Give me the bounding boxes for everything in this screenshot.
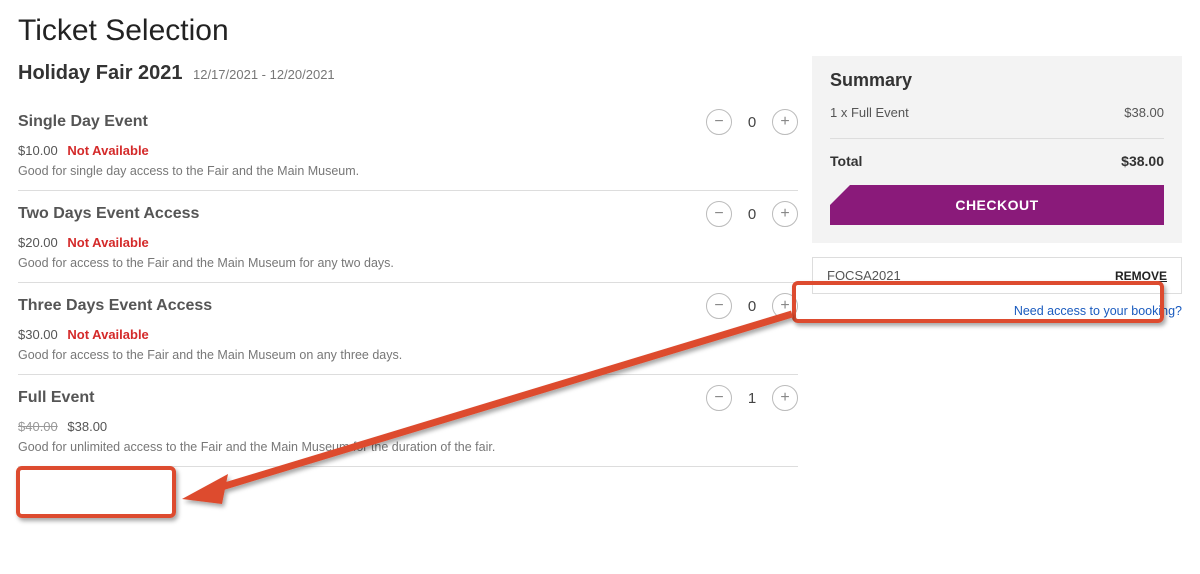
quantity-stepper: − 0 + [706, 201, 798, 227]
ticket-desc: Good for access to the Fair and the Main… [18, 348, 798, 362]
event-dates: 12/17/2021 - 12/20/2021 [193, 67, 335, 82]
annotation-box-price [16, 466, 176, 518]
not-available-badge: Not Available [67, 143, 148, 158]
summary-item-amount: $38.00 [1124, 105, 1164, 120]
not-available-badge: Not Available [67, 235, 148, 250]
ticket-list: Holiday Fair 2021 12/17/2021 - 12/20/202… [18, 56, 812, 467]
summary-total-label: Total [830, 153, 862, 169]
ticket-desc: Good for unlimited access to the Fair an… [18, 440, 798, 454]
ticket-row: Two Days Event Access − 0 + $20.00 Not A… [18, 191, 798, 283]
page-title: Ticket Selection [18, 14, 1200, 48]
ticket-row: Full Event − 1 + $40.00 $38.00 Good for … [18, 375, 798, 467]
qty-plus-button[interactable]: + [772, 385, 798, 411]
summary-total: Total $38.00 [830, 149, 1164, 181]
ticket-price: $30.00 Not Available [18, 327, 798, 342]
qty-plus-button[interactable]: + [772, 109, 798, 135]
ticket-price: $10.00 Not Available [18, 143, 798, 158]
content-wrap: Holiday Fair 2021 12/17/2021 - 12/20/202… [0, 56, 1200, 467]
qty-plus-button[interactable]: + [772, 293, 798, 319]
quantity-stepper: − 0 + [706, 293, 798, 319]
checkout-button[interactable]: CHECKOUT [830, 185, 1164, 225]
original-price: $40.00 [18, 419, 58, 434]
qty-minus-button[interactable]: − [706, 201, 732, 227]
qty-value: 0 [742, 206, 762, 223]
ticket-name: Two Days Event Access [18, 205, 199, 223]
summary-divider [830, 138, 1164, 139]
qty-value: 0 [742, 298, 762, 315]
qty-value: 1 [742, 390, 762, 407]
summary-total-amount: $38.00 [1121, 153, 1164, 169]
qty-value: 0 [742, 114, 762, 131]
qty-minus-button[interactable]: − [706, 109, 732, 135]
summary-item-label: 1 x Full Event [830, 105, 909, 120]
ticket-desc: Good for single day access to the Fair a… [18, 164, 798, 178]
ticket-name: Three Days Event Access [18, 297, 212, 315]
booking-access-link-wrap: Need access to your booking? [812, 304, 1182, 318]
price-value: $30.00 [18, 327, 58, 342]
price-value: $10.00 [18, 143, 58, 158]
event-header: Holiday Fair 2021 12/17/2021 - 12/20/202… [18, 62, 798, 85]
ticket-desc: Good for access to the Fair and the Main… [18, 256, 798, 270]
ticket-price: $20.00 Not Available [18, 235, 798, 250]
promo-remove-button[interactable]: REMOVE [1115, 269, 1167, 283]
qty-minus-button[interactable]: − [706, 293, 732, 319]
ticket-row: Single Day Event − 0 + $10.00 Not Availa… [18, 99, 798, 191]
ticket-name: Single Day Event [18, 113, 148, 131]
summary-heading: Summary [830, 70, 1164, 91]
price-value: $20.00 [18, 235, 58, 250]
ticket-price: $40.00 $38.00 [18, 419, 798, 434]
summary-line-item: 1 x Full Event $38.00 [830, 101, 1164, 124]
qty-plus-button[interactable]: + [772, 201, 798, 227]
ticket-name: Full Event [18, 389, 94, 407]
ticket-row: Three Days Event Access − 0 + $30.00 Not… [18, 283, 798, 375]
quantity-stepper: − 0 + [706, 109, 798, 135]
promo-code-value: FOCSA2021 [827, 268, 901, 283]
quantity-stepper: − 1 + [706, 385, 798, 411]
summary-panel: Summary 1 x Full Event $38.00 Total $38.… [812, 56, 1182, 318]
promo-code-row: FOCSA2021 REMOVE [812, 257, 1182, 294]
booking-access-link[interactable]: Need access to your booking? [1014, 304, 1182, 318]
not-available-badge: Not Available [67, 327, 148, 342]
summary-box: Summary 1 x Full Event $38.00 Total $38.… [812, 56, 1182, 243]
qty-minus-button[interactable]: − [706, 385, 732, 411]
price-value: $38.00 [67, 419, 107, 434]
event-title: Holiday Fair 2021 [18, 62, 183, 84]
